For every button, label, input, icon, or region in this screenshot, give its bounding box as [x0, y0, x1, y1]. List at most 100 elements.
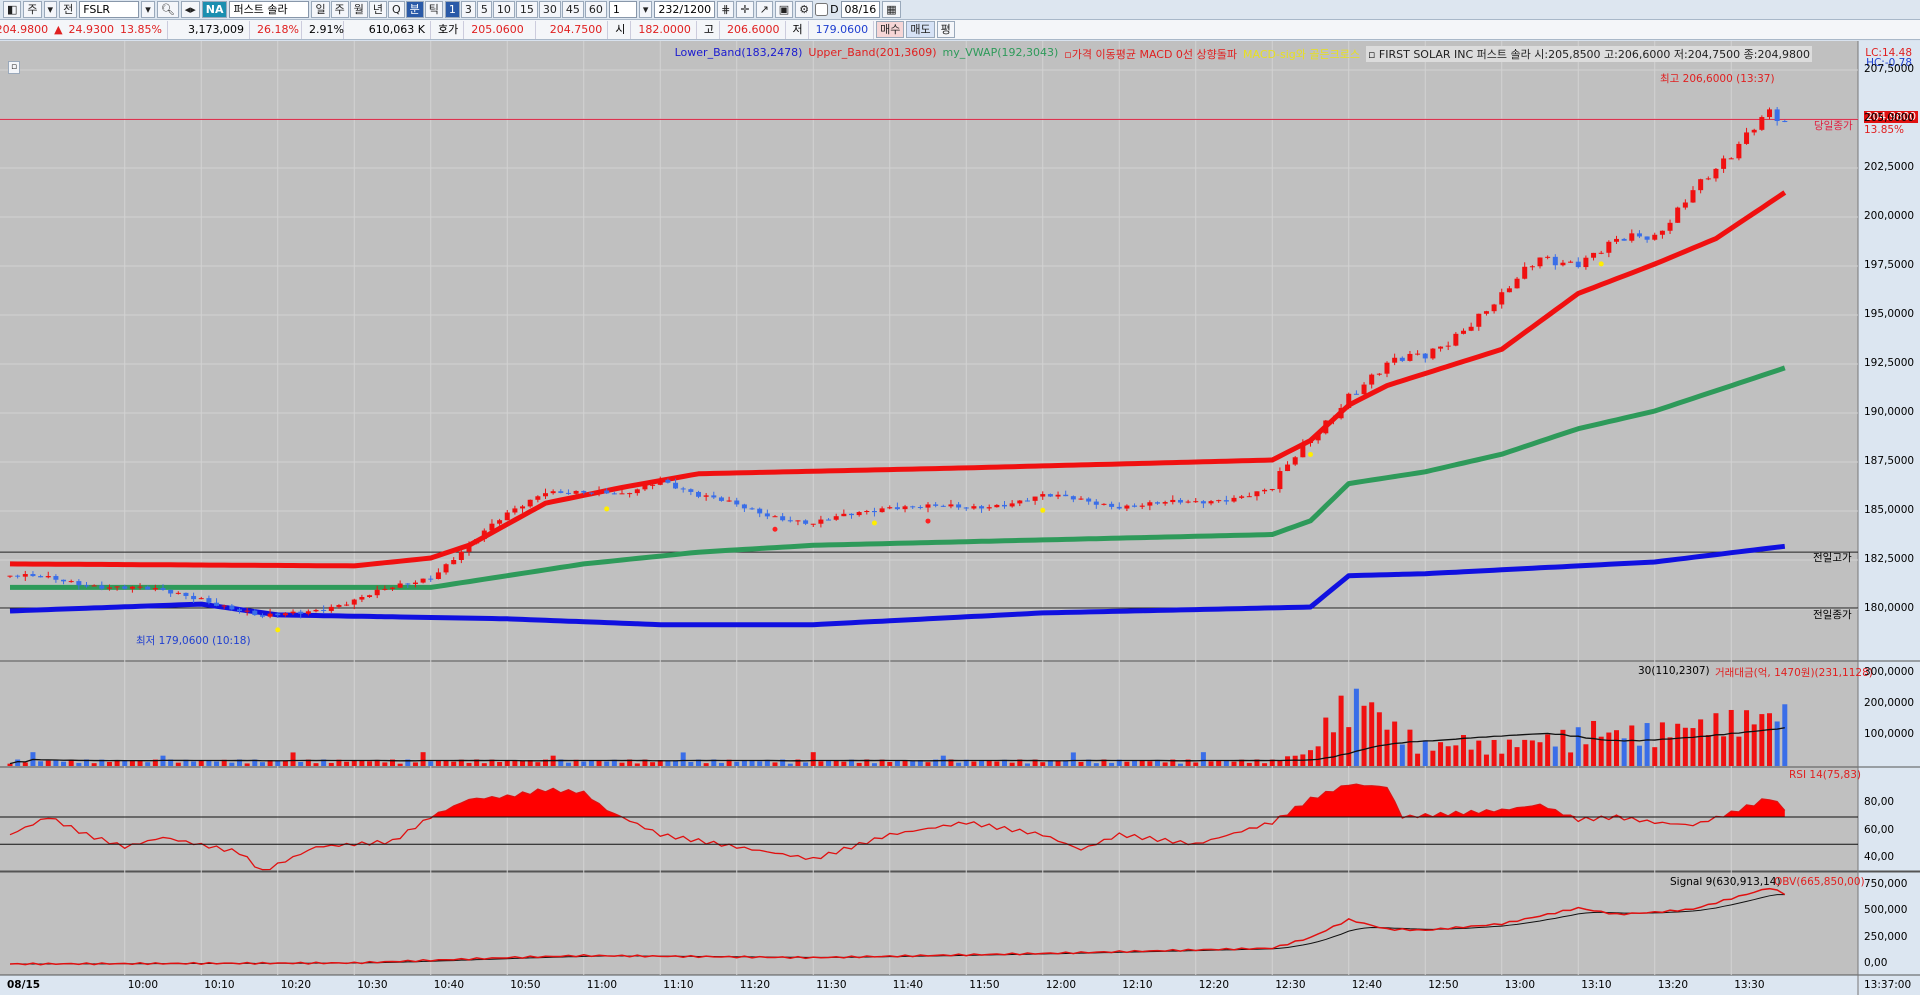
candle: [818, 519, 824, 524]
sell-button[interactable]: 매도: [906, 21, 935, 38]
period-tab[interactable]: Q: [387, 1, 405, 18]
date-input[interactable]: 08/16: [840, 1, 881, 18]
volume-bar: [734, 761, 740, 766]
candle: [1399, 357, 1405, 361]
d-checkbox[interactable]: [815, 3, 829, 16]
symbol-input[interactable]: FSLR: [79, 1, 140, 18]
candle: [1529, 266, 1535, 268]
candle: [1070, 496, 1076, 500]
candle: [1499, 292, 1505, 305]
candle: [856, 512, 862, 516]
interval-tab[interactable]: 60: [584, 1, 607, 18]
candle: [963, 507, 969, 509]
period-tab[interactable]: 일: [311, 1, 330, 18]
candle: [1445, 345, 1451, 347]
time-tick: 11:00: [586, 979, 618, 991]
volume-bar: [1009, 762, 1015, 766]
volume-bar: [956, 762, 962, 766]
volume-bar: [1262, 763, 1268, 766]
candle: [933, 504, 939, 506]
period-tab[interactable]: 주: [330, 1, 349, 18]
interval-tab[interactable]: 30: [538, 1, 561, 18]
calendar-icon[interactable]: ▦: [882, 1, 901, 18]
period-tab[interactable]: 분: [405, 1, 424, 18]
volume-bar: [1499, 753, 1505, 766]
volume-bar: [757, 761, 763, 766]
candle: [1453, 333, 1459, 346]
interval-tab[interactable]: 10: [492, 1, 515, 18]
volume-bar: [1759, 714, 1765, 766]
layout-icon[interactable]: ◧: [3, 1, 22, 18]
bid-price: 205.0600: [466, 20, 537, 39]
market-type-select[interactable]: 주: [23, 1, 42, 18]
volume-bar: [1193, 762, 1199, 766]
interval-tab[interactable]: 45: [561, 1, 584, 18]
interval-tab[interactable]: 3: [460, 1, 476, 18]
trend-tool-icon[interactable]: ↗: [755, 1, 773, 18]
volume-bar: [328, 762, 334, 766]
candle: [129, 586, 135, 589]
volume-bar: [818, 761, 824, 766]
candle: [879, 508, 885, 513]
candle: [1047, 494, 1053, 497]
candle: [137, 586, 143, 588]
crosshair-icon[interactable]: ✛: [736, 1, 754, 18]
prev-close-label: 전일종가: [1813, 609, 1852, 621]
candle: [657, 479, 663, 485]
pyeong-button[interactable]: 평: [936, 21, 955, 38]
interval-tab[interactable]: 5: [476, 1, 492, 18]
interval-tab[interactable]: 1: [444, 1, 460, 18]
volume-bar: [282, 760, 288, 766]
candle: [76, 581, 82, 586]
jeon-button[interactable]: 전: [59, 1, 78, 18]
volume-bar: [1728, 709, 1734, 766]
period-tab[interactable]: 년: [368, 1, 387, 18]
chevron-down-icon[interactable]: ▾: [141, 1, 155, 18]
volume-bar: [129, 761, 135, 766]
time-tick: 13:30: [1734, 979, 1765, 991]
candle: [696, 491, 701, 497]
stock-name-field[interactable]: 퍼스트 솔라: [229, 1, 310, 18]
chart-settings-icon[interactable]: ▫: [8, 61, 21, 74]
volume-bar: [1277, 760, 1283, 766]
candle: [428, 578, 434, 580]
candle: [481, 530, 487, 540]
legend-item: Lower_Band(183,2478): [674, 46, 803, 59]
candle: [979, 506, 985, 509]
chart-legend: Lower_Band(183,2478) Upper_Band(201,3609)…: [675, 46, 1812, 62]
candle: [45, 576, 51, 578]
obv-label: OBV(665,850,00): [1774, 876, 1865, 888]
period-tab[interactable]: 월: [349, 1, 368, 18]
gear-icon[interactable]: ⚙: [795, 1, 814, 18]
interval-tab[interactable]: 15: [515, 1, 538, 18]
period-tab[interactable]: 틱: [424, 1, 443, 18]
chart-svg[interactable]: [0, 41, 1920, 995]
buy-button[interactable]: 매수: [876, 21, 905, 38]
volume-bar: [665, 761, 671, 766]
multiplier-select[interactable]: 1: [608, 1, 637, 18]
today-close-label: 당일종가: [1814, 120, 1853, 132]
volume-bar: [1636, 745, 1642, 766]
candle: [328, 606, 334, 611]
chart-area[interactable]: Lower_Band(183,2478) Upper_Band(201,3609)…: [0, 41, 1920, 995]
save-icon[interactable]: ▣: [774, 1, 794, 18]
volume-bar: [871, 763, 877, 766]
candle: [214, 602, 220, 606]
speaker-icon[interactable]: ◂▸: [180, 1, 200, 18]
volume-bar: [1422, 740, 1428, 766]
count-input[interactable]: 232/1200: [654, 1, 716, 18]
volume-bar: [634, 763, 640, 766]
obv-tick: 750,000: [1864, 877, 1908, 890]
search-icon[interactable]: 🔍︎: [156, 1, 179, 18]
time-tick: 12:00: [1045, 979, 1077, 991]
candle: [1744, 132, 1750, 144]
candle: [1239, 496, 1245, 498]
volume-bar: [1200, 752, 1206, 766]
grid-icon[interactable]: ⋕: [717, 1, 735, 18]
candle: [565, 492, 571, 494]
signal-marker: [925, 518, 931, 524]
candle: [986, 507, 992, 509]
chevron-down-icon[interactable]: ▾: [638, 1, 653, 18]
candle: [925, 504, 931, 508]
chevron-down-icon[interactable]: ▾: [43, 1, 58, 18]
